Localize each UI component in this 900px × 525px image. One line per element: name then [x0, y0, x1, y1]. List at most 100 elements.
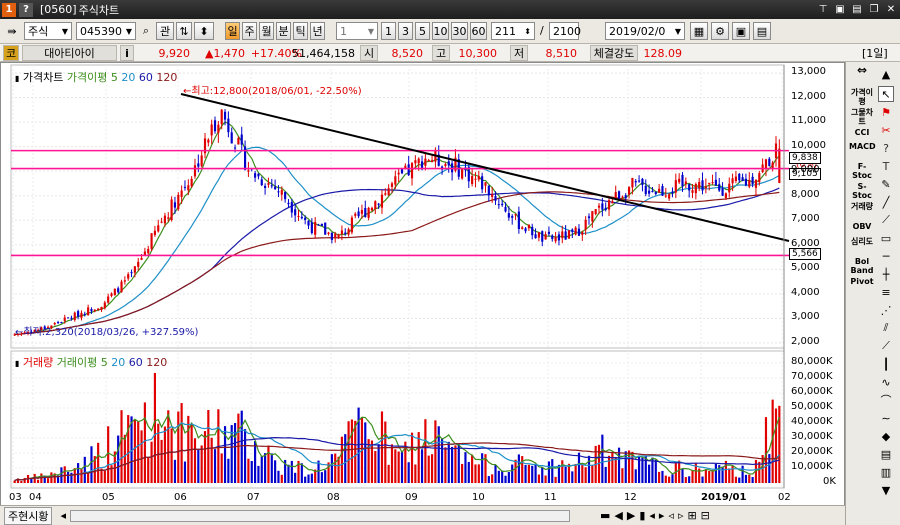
volume-bar — [554, 476, 557, 483]
period-minute[interactable]: 분 — [276, 22, 291, 40]
link-icon[interactable]: ⇛ — [3, 22, 21, 40]
period-week[interactable]: 주 — [242, 22, 257, 40]
restore-icon[interactable]: ❐ — [867, 2, 881, 16]
fan-icon[interactable]: ⟋ — [878, 338, 894, 354]
info-icon[interactable]: i — [120, 45, 134, 61]
stepper-icon[interactable]: ⬍ — [194, 22, 214, 40]
cycle-icon[interactable]: ∼ — [878, 410, 894, 426]
interval-3[interactable]: 3 — [398, 22, 413, 40]
wave-icon[interactable]: ∿ — [878, 374, 894, 390]
volume-bar — [668, 476, 671, 483]
close-icon[interactable]: ✕ — [884, 2, 898, 16]
volume-bar — [46, 478, 50, 483]
candle-body — [213, 120, 217, 132]
market-select[interactable]: 주식 ▼ — [24, 22, 72, 40]
candle-body — [247, 170, 250, 172]
arrow-up-icon[interactable]: ▲ — [878, 66, 894, 82]
period-day[interactable]: 일 — [225, 22, 240, 40]
candle-body — [103, 302, 106, 309]
zoom-icon[interactable]: ⇔ — [849, 64, 875, 76]
scroll-controls-icon[interactable]: ▬◀▶▮◂▸◃▹⊞⊟ — [600, 509, 714, 522]
volume-bar — [133, 419, 136, 483]
fib-icon[interactable]: ≡ — [878, 284, 894, 300]
candle-body — [173, 202, 177, 208]
cursor-icon[interactable]: ↖ — [878, 86, 894, 102]
indicator-bollinger[interactable]: Bol Band — [849, 257, 875, 275]
watch-button[interactable]: 관 — [156, 22, 174, 40]
period-month[interactable]: 월 — [259, 22, 274, 40]
list-icon[interactable]: ▤ — [878, 446, 894, 462]
hline-icon[interactable]: ─ — [878, 248, 894, 264]
price-ma-5: 5 — [110, 71, 118, 84]
indicator-psychology[interactable]: 심리도 — [849, 237, 875, 246]
candle-body — [754, 179, 758, 188]
market-status-button[interactable]: 주현시황 — [4, 506, 53, 525]
volume-bar — [397, 451, 400, 483]
bar-chart-icon[interactable]: ▥ — [878, 464, 894, 480]
vline-icon[interactable]: ┼ — [878, 266, 894, 282]
rect-icon[interactable]: ▭ — [878, 230, 894, 246]
interval-5[interactable]: 5 — [415, 22, 430, 40]
date-input[interactable]: 2019/02/0 ▼ — [605, 22, 685, 40]
indicator-sstoc[interactable]: S-Stoc — [849, 182, 875, 200]
indicator-fstoc[interactable]: F-Stoc — [849, 162, 875, 180]
indicator-volume[interactable]: 거래량 — [849, 202, 875, 211]
volume-bar — [90, 446, 93, 483]
period-tick[interactable]: 틱 — [293, 22, 308, 40]
eraser-icon[interactable]: ⚑ — [878, 104, 894, 120]
erase-all-icon[interactable]: ✂ — [878, 122, 894, 138]
volume-bar — [190, 423, 193, 483]
indicator-price-ma[interactable]: 가격이평 — [849, 88, 875, 106]
tile-icon[interactable]: ▤ — [850, 2, 864, 16]
interval-select[interactable]: 1 ▼ — [336, 22, 378, 40]
pin-icon[interactable]: ⊤ — [816, 2, 830, 16]
table-icon[interactable]: ▦ — [690, 22, 708, 40]
scrollbar[interactable] — [70, 509, 571, 522]
auto-icon[interactable]: ◆ — [878, 428, 894, 444]
volume-bar — [247, 458, 250, 483]
print-icon[interactable]: ▤ — [753, 22, 771, 40]
indicator-cci[interactable]: CCI — [849, 128, 875, 137]
indicator-macd[interactable]: MACD — [849, 142, 876, 151]
arc-icon[interactable]: ⌒ — [878, 392, 894, 408]
interval-60[interactable]: 60 — [470, 22, 487, 40]
count-input[interactable]: 211 ⬍ — [491, 22, 535, 40]
interval-1[interactable]: 1 — [381, 22, 396, 40]
text-icon[interactable]: T — [878, 158, 894, 174]
candle-body — [621, 196, 624, 198]
settings-icon[interactable]: ⚙ — [711, 22, 729, 40]
channel-icon[interactable]: ⫽ — [878, 320, 894, 336]
candle-body — [561, 231, 564, 239]
candle-body — [738, 173, 741, 181]
candle-body — [304, 217, 307, 220]
spinner-icon[interactable]: ⬍ — [524, 27, 531, 36]
arrow-down-icon[interactable]: ▼ — [878, 482, 894, 498]
brush-icon[interactable]: ✎ — [878, 176, 894, 192]
help-icon[interactable]: ? — [878, 140, 894, 156]
trendline-icon[interactable]: ⟋ — [878, 212, 894, 228]
volume-bar — [541, 467, 544, 483]
search-icon[interactable]: ⌕ — [138, 22, 154, 40]
indicator-obv[interactable]: OBV — [849, 222, 875, 231]
interval-10[interactable]: 10 — [432, 22, 449, 40]
indicator-ribbon[interactable]: 그물차트 — [849, 108, 875, 126]
chart-area[interactable]: ▮ 가격차트 가격이평 5 20 60 120 ▮ 거래량 거래이평 5 20 … — [0, 62, 845, 512]
help-icon[interactable]: ? — [19, 2, 33, 17]
save-icon[interactable]: ▣ — [732, 22, 750, 40]
scroll-left-icon[interactable]: ◂ — [60, 509, 66, 522]
volume-bar — [200, 445, 203, 483]
candle-body — [117, 288, 120, 293]
candle-icon[interactable]: ┃ — [878, 356, 894, 372]
gann-icon[interactable]: ⋰ — [878, 302, 894, 318]
indicator-pivot[interactable]: Pivot — [849, 277, 875, 286]
code-input[interactable]: 045390 ▼ — [76, 22, 136, 40]
window-icon[interactable]: 1 — [2, 2, 16, 17]
period-year[interactable]: 년 — [310, 22, 325, 40]
prev-next-icon[interactable]: ⇅ — [176, 22, 192, 40]
volume-bar — [410, 432, 414, 483]
chart-svg[interactable] — [1, 63, 846, 506]
total-input[interactable]: 2100 — [549, 22, 581, 40]
line-icon[interactable]: ╱ — [878, 194, 894, 210]
window-icon[interactable]: ▣ — [833, 2, 847, 16]
interval-30[interactable]: 30 — [451, 22, 468, 40]
